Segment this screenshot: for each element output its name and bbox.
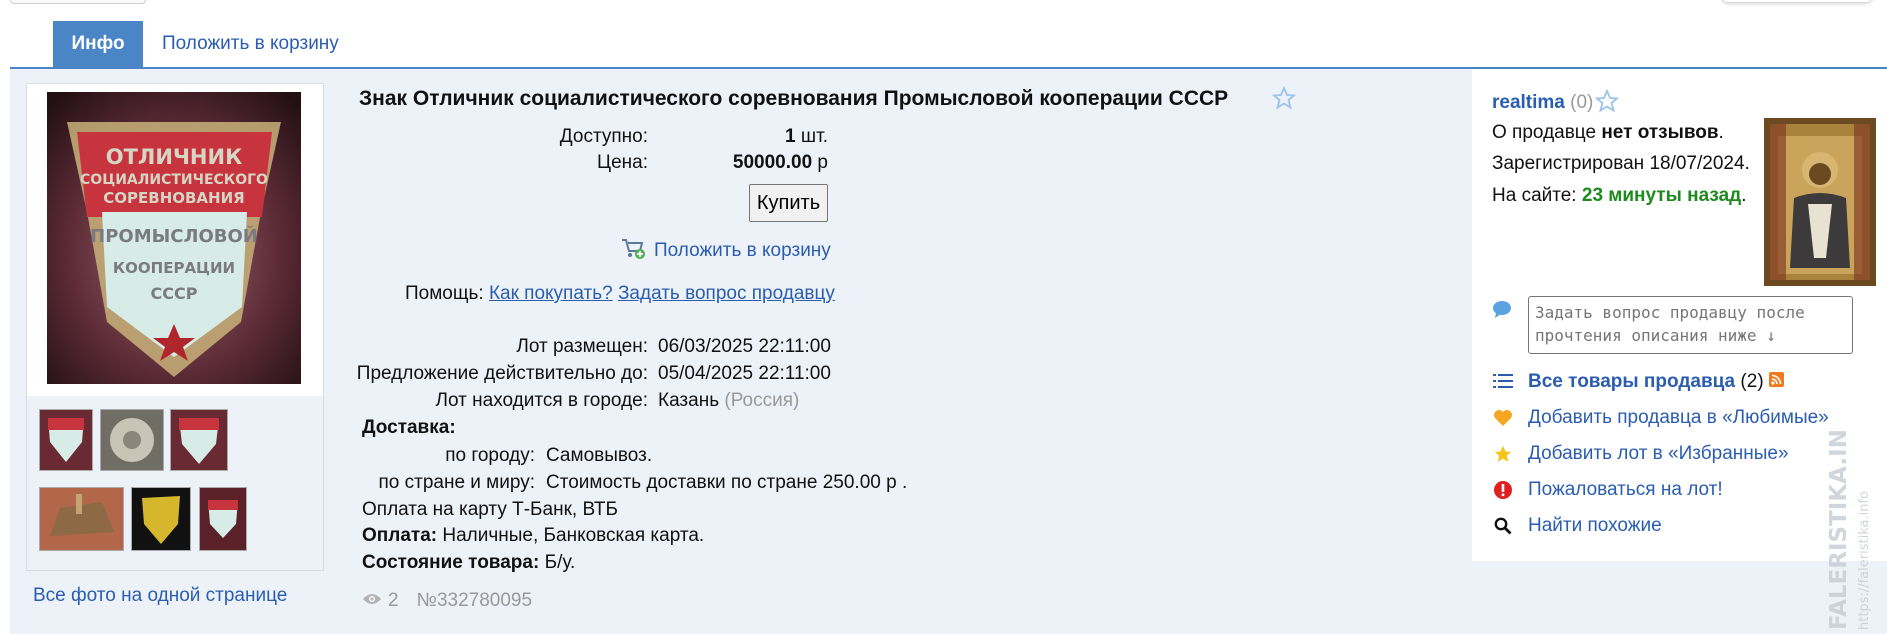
seller-star-outline-icon[interactable] — [1594, 88, 1620, 113]
card-payment-note: Оплата на карту Т-Банк, ВТБ — [362, 499, 618, 520]
tab-bar: Инфо Положить в корзину — [10, 21, 1887, 69]
country-value: (Россия) — [724, 390, 800, 411]
city-value: Казань (Россия) — [658, 390, 800, 411]
payment-row: Оплата: Наличные, Банковская карта. — [362, 525, 705, 546]
seller-rating: (0) — [1570, 92, 1594, 113]
lot-stats: 2 №332780095 — [362, 590, 532, 612]
delivery-city-value: Самовывоз. — [546, 445, 653, 466]
seller-registered: Зарегистрирован 18/07/2024. — [1492, 153, 1750, 174]
price-label: Цена: — [597, 152, 648, 173]
seller-name-row: realtima (0) — [1492, 92, 1593, 114]
search-icon — [1492, 515, 1514, 537]
watermark: FALERISTIKA.INFO https://faleristika.inf… — [1826, 430, 1872, 630]
exclamation-icon — [1492, 479, 1514, 501]
report-lot-link[interactable]: Пожаловаться на лот! — [1528, 479, 1723, 501]
ask-seller-textarea[interactable] — [1528, 296, 1853, 354]
delivery-city-label: по городу: — [445, 445, 535, 466]
all-seller-items-count: (2) — [1740, 371, 1764, 393]
valid-until-label: Предложение действительно до: — [356, 363, 648, 384]
add-favorite-seller-link[interactable]: Добавить продавца в «Любимые» — [1528, 407, 1829, 429]
top-control-stub — [10, 0, 146, 4]
badge-text-2: СОЦИАЛИСТИЧЕСКОГО — [80, 172, 268, 188]
lot-title: Знак Отличник социалистического соревнов… — [359, 87, 1229, 110]
condition-row: Состояние товара: Б/у. — [362, 552, 576, 573]
thumbnail-2[interactable] — [100, 409, 164, 471]
ask-seller-link[interactable]: Задать вопрос продавцу — [618, 283, 835, 304]
heart-icon — [1492, 407, 1514, 429]
tab-info[interactable]: Инфо — [53, 21, 143, 67]
eye-icon — [362, 590, 382, 612]
badge-text-3: СОРЕВНОВАНИЯ — [103, 189, 244, 207]
top-right-control-stub — [1722, 0, 1872, 2]
seller-online: На сайте: 23 минуты назад. — [1492, 185, 1747, 206]
delivery-heading: Доставка: — [362, 417, 456, 438]
seller-name-link[interactable]: realtima — [1492, 92, 1565, 113]
thumbnail-1[interactable] — [39, 409, 93, 471]
help-row: Помощь: Как покупать? Задать вопрос прод… — [405, 283, 835, 305]
delivery-world-label: по стране и миру: — [378, 472, 535, 493]
star-outline-icon[interactable] — [1271, 85, 1297, 110]
main-photo-frame: ОТЛИЧНИК СОЦИАЛИСТИЧЕСКОГО СОРЕВНОВАНИЯ … — [27, 84, 323, 394]
cart-add-icon[interactable] — [620, 235, 646, 261]
thumbnail-5[interactable] — [131, 487, 191, 551]
available-label: Доступно: — [559, 126, 648, 147]
main-photo[interactable]: ОТЛИЧНИК СОЦИАЛИСТИЧЕСКОГО СОРЕВНОВАНИЯ … — [47, 92, 301, 384]
city-label: Лот находится в городе: — [435, 390, 648, 411]
photo-panel: ОТЛИЧНИК СОЦИАЛИСТИЧЕСКОГО СОРЕВНОВАНИЯ … — [26, 83, 324, 571]
help-label: Помощь: — [405, 283, 484, 304]
price-value: 50000.00 р — [732, 152, 828, 173]
badge-text-4: ПРОМЫСЛОВОЙ — [90, 225, 258, 247]
thumbnail-6[interactable] — [199, 487, 247, 551]
buy-button[interactable]: Купить — [749, 184, 828, 222]
add-favorite-lot-link[interactable]: Добавить лот в «Избранные» — [1528, 443, 1789, 465]
star-icon — [1492, 443, 1514, 465]
thumbnail-4[interactable] — [39, 487, 124, 551]
delivery-world-value: Стоимость доставки по стране 250.00 р . — [546, 472, 908, 493]
list-icon — [1492, 370, 1514, 392]
rss-icon[interactable] — [1768, 371, 1784, 393]
valid-until-value: 05/04/2025 22:11:00 — [658, 363, 831, 384]
badge-text-1: ОТЛИЧНИК — [106, 145, 242, 169]
tab-add-to-cart[interactable]: Положить в корзину — [162, 33, 339, 55]
seller-feedback: О продавце нет отзывов. — [1492, 122, 1724, 143]
how-to-buy-link[interactable]: Как покупать? — [489, 283, 613, 304]
all-seller-items-link[interactable]: Все товары продавца — [1528, 371, 1735, 392]
placed-label: Лот размещен: — [516, 336, 648, 357]
views-count: 2 — [388, 590, 399, 611]
available-value: 1 шт. — [785, 126, 828, 147]
badge-text-6: СССР — [151, 284, 198, 303]
all-photos-link[interactable]: Все фото на одной странице — [33, 585, 287, 607]
add-to-cart-link[interactable]: Положить в корзину — [654, 240, 831, 262]
svg-text:https://faleristika.info: https://faleristika.info — [1857, 491, 1872, 630]
comment-icon — [1492, 300, 1512, 324]
find-similar-link[interactable]: Найти похожие — [1528, 515, 1662, 537]
badge-text-5: КООПЕРАЦИИ — [113, 259, 235, 277]
placed-value: 06/03/2025 22:11:00 — [658, 336, 831, 357]
seller-avatar[interactable] — [1764, 118, 1876, 286]
svg-text:FALERISTIKA.INFO: FALERISTIKA.INFO — [1826, 430, 1852, 630]
lot-number: №332780095 — [416, 590, 533, 611]
all-seller-items-row: Все товары продавца (2) — [1528, 371, 1784, 393]
thumbnail-3[interactable] — [170, 409, 228, 471]
badge-photo-image: ОТЛИЧНИК СОЦИАЛИСТИЧЕСКОГО СОРЕВНОВАНИЯ … — [47, 92, 301, 384]
